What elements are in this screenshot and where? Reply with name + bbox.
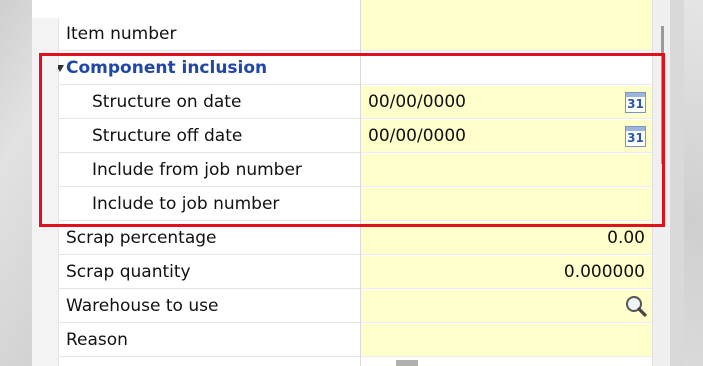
row-scrap-percentage[interactable]: Scrap percentage 0.00 [32, 222, 670, 256]
row-label: Structure off date [58, 120, 360, 153]
property-rows: Item number Component inclusion Structur… [32, 18, 670, 358]
warehouse-field[interactable] [361, 290, 652, 323]
row-label: Warehouse to use [58, 290, 360, 323]
group-header[interactable]: Component inclusion [58, 52, 360, 85]
date-value: 00/00/0000 [368, 126, 466, 146]
include-to-job-field[interactable] [361, 188, 652, 221]
scrap-percentage-field[interactable]: 0.00 [361, 222, 652, 255]
structure-off-date-field[interactable]: 00/00/0000 31 [361, 120, 652, 153]
property-grid: Item number Component inclusion Structur… [32, 0, 670, 366]
row-label: Include to job number [58, 188, 360, 221]
collapse-triangle-icon[interactable] [58, 65, 64, 72]
background-right [684, 0, 703, 366]
group-value [361, 52, 652, 85]
scrap-quantity-field[interactable]: 0.000000 [361, 256, 652, 289]
row-include-from-job[interactable]: Include from job number [32, 154, 670, 188]
include-from-job-field[interactable] [361, 154, 652, 187]
row-scrap-quantity[interactable]: Scrap quantity 0.000000 [32, 256, 670, 290]
vertical-scrollbar[interactable] [652, 0, 670, 366]
search-icon[interactable] [624, 294, 648, 318]
calendar-icon[interactable]: 31 [625, 92, 646, 113]
row-reason[interactable]: Reason [32, 324, 670, 358]
row-include-to-job[interactable]: Include to job number [32, 188, 670, 222]
row-label: Item number [58, 18, 360, 51]
calendar-icon-text: 31 [627, 97, 644, 111]
item-number-field[interactable] [361, 18, 652, 51]
date-value: 00/00/0000 [368, 92, 466, 112]
calendar-icon[interactable]: 31 [625, 126, 646, 147]
row-structure-off-date[interactable]: Structure off date 00/00/0000 31 [32, 120, 670, 154]
row-structure-on-date[interactable]: Structure on date 00/00/0000 31 [32, 86, 670, 120]
row-label: Structure on date [58, 86, 360, 119]
previous-row-partial [32, 0, 670, 18]
group-title: Component inclusion [66, 58, 268, 78]
row-label: Scrap quantity [58, 256, 360, 289]
background-left [0, 0, 32, 366]
row-label: Scrap percentage [58, 222, 360, 255]
structure-on-date-field[interactable]: 00/00/0000 31 [361, 86, 652, 119]
row-label: Reason [58, 324, 360, 357]
group-component-inclusion[interactable]: Component inclusion [32, 52, 670, 86]
row-warehouse[interactable]: Warehouse to use [32, 290, 670, 324]
row-item-number[interactable]: Item number [32, 18, 670, 52]
row-label: Include from job number [58, 154, 360, 187]
calendar-icon-text: 31 [627, 131, 644, 145]
reason-field[interactable] [361, 324, 652, 357]
next-row-control-partial [396, 360, 418, 366]
scrollbar-thumb[interactable] [661, 26, 664, 164]
